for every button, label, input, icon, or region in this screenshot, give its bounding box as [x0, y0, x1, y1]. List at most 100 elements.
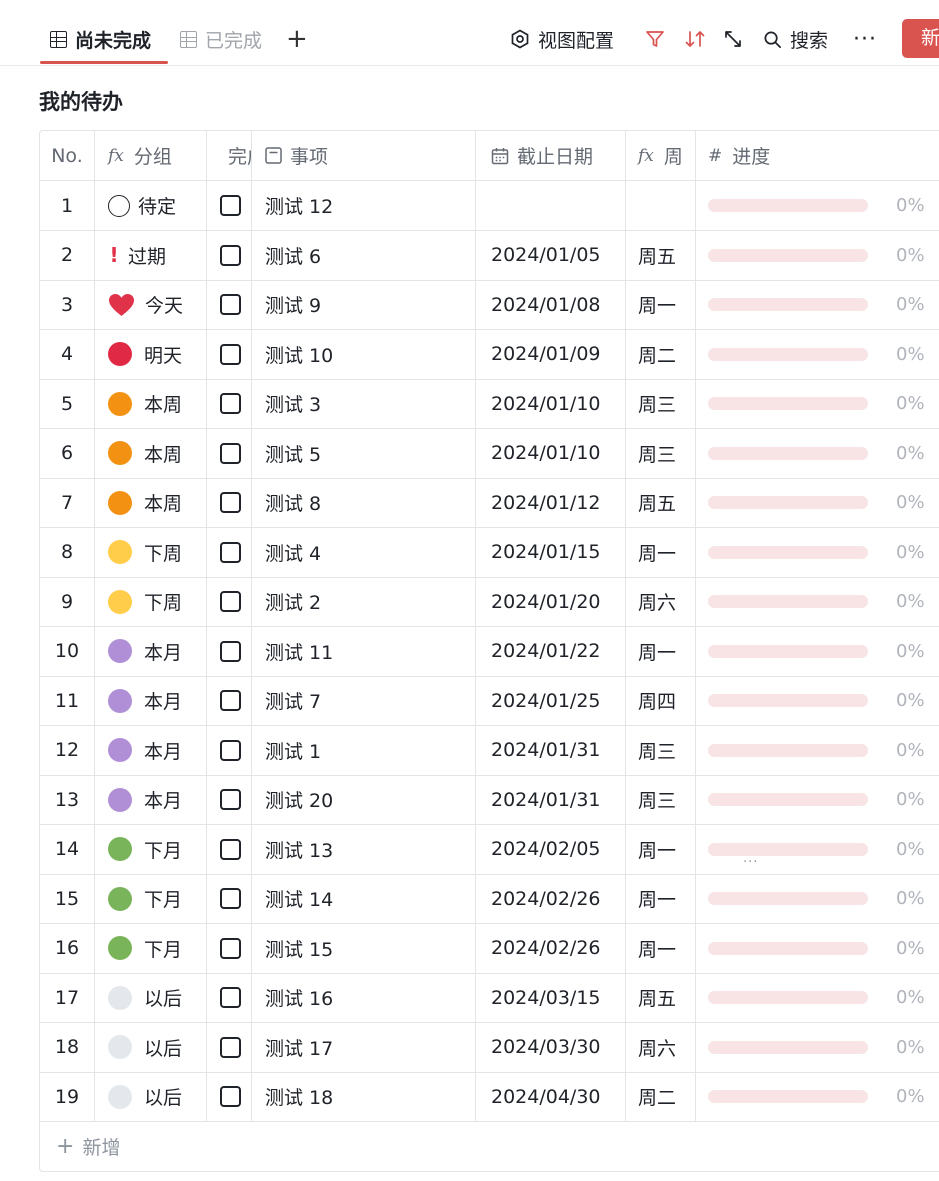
cell-item[interactable]: 测试 14 — [252, 874, 476, 923]
cell-progress[interactable]: 0% — [696, 726, 939, 775]
cell-progress[interactable]: 0% — [696, 775, 939, 824]
column-header-weekday[interactable]: fx 周 — [626, 131, 696, 180]
cell-progress[interactable]: 0% — [696, 379, 939, 428]
cell-item[interactable]: 测试 3 — [252, 379, 476, 428]
cell-date[interactable]: 2024/04/30 — [476, 1072, 626, 1121]
tab-pending[interactable]: 尚未完成 — [50, 24, 151, 54]
cell-item[interactable]: 测试 11 — [252, 626, 476, 676]
table-row[interactable]: 3 今天 测试 9 2024/01/08 周一 0% — [40, 280, 939, 330]
cell-item[interactable]: 测试 12 — [252, 181, 476, 230]
cell-item[interactable]: 测试 16 — [252, 973, 476, 1022]
done-checkbox[interactable] — [220, 591, 241, 612]
drag-handle-icon[interactable]: ··· — [743, 855, 758, 870]
table-row[interactable]: 8 下周 测试 4 2024/01/15 周一 0% — [40, 527, 939, 578]
cell-progress[interactable]: 0% — [696, 924, 939, 973]
filter-button[interactable] — [645, 24, 665, 54]
table-row[interactable]: 4 明天 测试 10 2024/01/09 周二 0% — [40, 329, 939, 380]
cell-date[interactable]: 2024/01/15 — [476, 527, 626, 577]
search-button[interactable]: 搜索 — [763, 24, 828, 54]
done-checkbox[interactable] — [220, 789, 241, 810]
more-icon[interactable]: ··· — [853, 24, 877, 54]
cell-progress[interactable]: 0% — [696, 676, 939, 725]
done-checkbox[interactable] — [220, 888, 241, 909]
cell-progress[interactable]: 0% — [696, 627, 939, 676]
table-row[interactable]: 2 ! 过期 测试 6 2024/01/05 周五 0% — [40, 230, 939, 281]
cell-progress[interactable]: 0% — [696, 330, 939, 379]
sort-button[interactable] — [684, 24, 706, 54]
cell-progress[interactable]: 0% — [696, 1072, 939, 1121]
cell-item[interactable]: 测试 10 — [252, 329, 476, 379]
done-checkbox[interactable] — [220, 1086, 241, 1107]
cell-date[interactable]: 2024/01/08 — [476, 280, 626, 329]
cell-date[interactable]: 2024/01/05 — [476, 230, 626, 280]
cell-date[interactable]: 2024/01/12 — [476, 478, 626, 527]
cell-item[interactable]: 测试 18 — [252, 1072, 476, 1121]
table-row[interactable]: 7 本周 测试 8 2024/01/12 周五 0% — [40, 478, 939, 528]
cell-date[interactable]: 2024/03/15 — [476, 973, 626, 1022]
table-row[interactable]: 11 本月 测试 7 2024/01/25 周四 0% — [40, 676, 939, 726]
done-checkbox[interactable] — [220, 393, 241, 414]
cell-item[interactable]: 测试 20 — [252, 775, 476, 824]
cell-progress[interactable]: 0% — [696, 478, 939, 527]
cell-progress[interactable]: 0% — [696, 528, 939, 577]
column-header-no[interactable]: No. — [40, 131, 95, 180]
cell-date[interactable]: 2024/01/09 — [476, 329, 626, 379]
done-checkbox[interactable] — [220, 343, 241, 365]
done-checkbox[interactable] — [220, 442, 241, 464]
expand-button[interactable] — [723, 24, 743, 54]
cell-item[interactable]: 测试 15 — [252, 923, 476, 973]
done-checkbox[interactable] — [220, 294, 241, 315]
table-row[interactable]: 1 待定 测试 12 0% — [40, 181, 939, 231]
done-checkbox[interactable] — [220, 640, 241, 662]
table-row[interactable]: 18 以后 测试 17 2024/03/30 周六 0% — [40, 1022, 939, 1073]
cell-date[interactable]: 2024/01/25 — [476, 676, 626, 725]
cell-date[interactable]: 2024/02/05 — [476, 824, 626, 874]
done-checkbox[interactable] — [220, 987, 241, 1008]
cell-progress[interactable]: 0% — [696, 1023, 939, 1072]
cell-date[interactable]: 2024/01/31 — [476, 775, 626, 824]
cell-progress[interactable]: 0% — [696, 577, 939, 626]
cell-progress[interactable]: 0% — [696, 429, 939, 478]
cell-item[interactable]: 测试 17 — [252, 1022, 476, 1072]
cell-date[interactable]: 2024/02/26 — [476, 923, 626, 973]
table-row[interactable]: 15 下月 测试 14 2024/02/26 周一 0% — [40, 874, 939, 924]
done-checkbox[interactable] — [220, 739, 241, 761]
cell-item[interactable]: 测试 7 — [252, 676, 476, 725]
cell-progress[interactable]: 0% — [696, 874, 939, 923]
cell-item[interactable]: 测试 5 — [252, 428, 476, 478]
tab-completed[interactable]: 已完成 — [180, 24, 262, 54]
cell-date[interactable] — [476, 181, 626, 230]
cell-date[interactable]: 2024/01/31 — [476, 725, 626, 775]
cell-progress[interactable]: 0% — [696, 825, 939, 874]
table-row[interactable]: 9 下周 测试 2 2024/01/20 周六 0% — [40, 577, 939, 627]
table-row[interactable]: 10 本月 测试 11 2024/01/22 周一 0% — [40, 626, 939, 677]
done-checkbox[interactable] — [220, 492, 241, 513]
table-row[interactable]: 13 本月 测试 20 2024/01/31 周三 0% — [40, 775, 939, 825]
table-row[interactable]: 12 本月 测试 1 2024/01/31 周三 0% — [40, 725, 939, 776]
cell-date[interactable]: 2024/01/10 — [476, 428, 626, 478]
done-checkbox[interactable] — [220, 838, 241, 860]
table-row[interactable]: 6 本周 测试 5 2024/01/10 周三 0% — [40, 428, 939, 479]
cell-item[interactable]: 测试 1 — [252, 725, 476, 775]
view-config-button[interactable]: 视图配置 — [510, 24, 614, 54]
add-row-button[interactable]: + 新增 — [40, 1121, 939, 1171]
cell-date[interactable]: 2024/01/10 — [476, 379, 626, 428]
done-checkbox[interactable] — [220, 1036, 241, 1058]
table-row[interactable]: 19 以后 测试 18 2024/04/30 周二 0% — [40, 1072, 939, 1122]
column-header-group[interactable]: fx 分组 — [95, 131, 207, 180]
table-row[interactable]: 16 下月 测试 15 2024/02/26 周一 0% — [40, 923, 939, 974]
add-view-button[interactable]: + — [286, 24, 308, 54]
done-checkbox[interactable] — [220, 195, 241, 216]
table-row[interactable]: 14 下月 测试 13 2024/02/05 周一 0% — [40, 824, 939, 875]
cell-item[interactable]: 测试 8 — [252, 478, 476, 527]
cell-item[interactable]: 测试 2 — [252, 577, 476, 626]
cell-progress[interactable]: 0% — [696, 280, 939, 329]
new-record-button[interactable]: 新 — [902, 19, 939, 58]
column-header-date[interactable]: 截止日期 — [476, 131, 626, 180]
cell-date[interactable]: 2024/02/26 — [476, 874, 626, 923]
table-row[interactable]: 5 本周 测试 3 2024/01/10 周三 0% — [40, 379, 939, 429]
cell-item[interactable]: 测试 13 — [252, 824, 476, 874]
done-checkbox[interactable] — [220, 541, 241, 563]
cell-date[interactable]: 2024/01/20 — [476, 577, 626, 626]
cell-date[interactable]: 2024/03/30 — [476, 1022, 626, 1072]
